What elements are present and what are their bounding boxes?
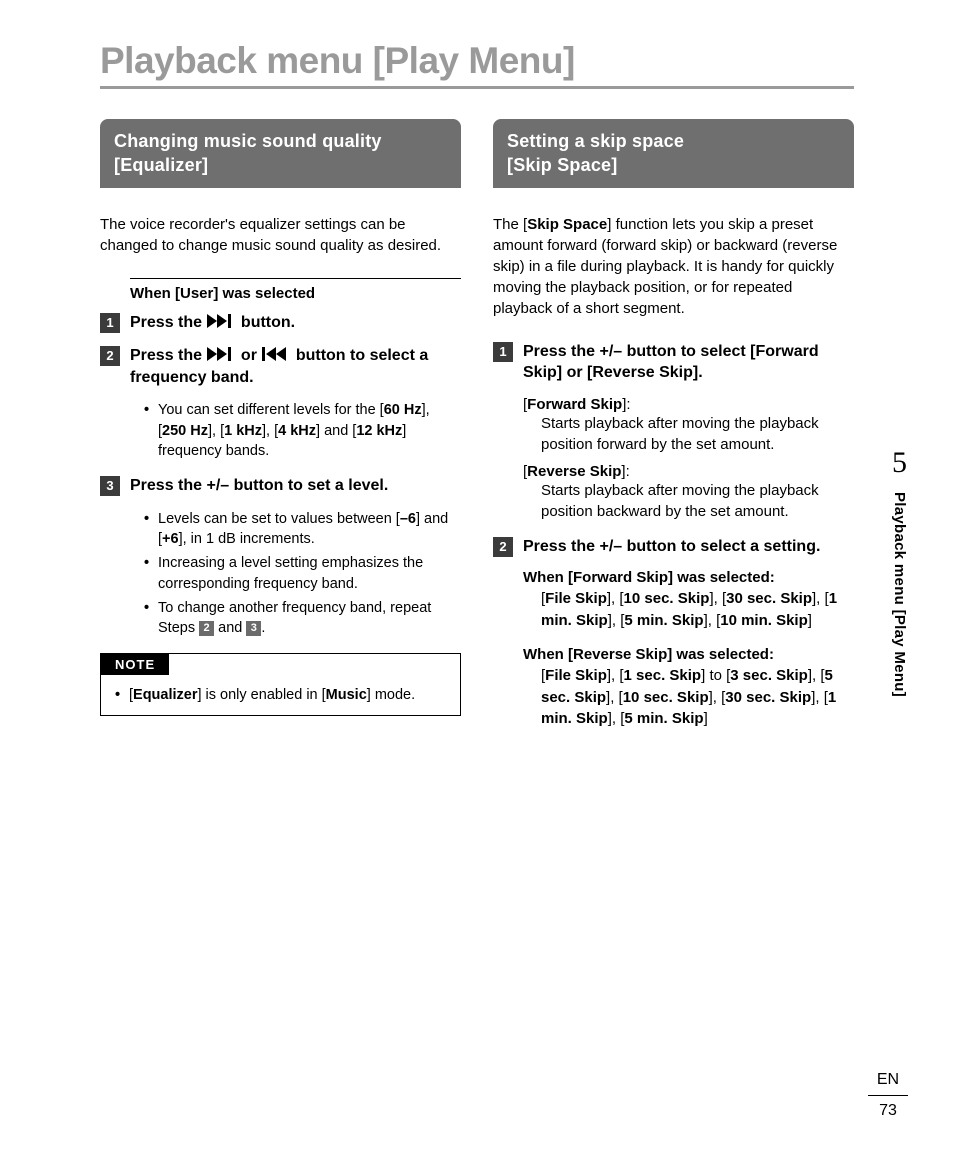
left-column: Changing music sound quality [Equalizer]… xyxy=(100,119,461,744)
options-head: When [Reverse Skip] was selected: xyxy=(523,646,854,663)
forward-skip-options: When [Forward Skip] was selected: [File … xyxy=(523,569,854,632)
step-number-badge: 3 xyxy=(100,476,120,496)
options-list: [File Skip], [10 sec. Skip], [30 sec. Sk… xyxy=(541,588,854,632)
step-body: Press the +/– button to set a level. xyxy=(130,475,461,497)
step-body: Press the button. xyxy=(130,312,461,334)
step-1: 1 Press the +/– button to select [Forwar… xyxy=(493,341,854,384)
note-label: NOTE xyxy=(101,654,169,675)
page-number: 73 xyxy=(868,1095,908,1120)
step-number-badge: 2 xyxy=(100,346,120,366)
section-header-line: Setting a skip space xyxy=(507,131,684,151)
section-header-line: Changing music sound quality xyxy=(114,131,382,151)
section-header-skip-space: Setting a skip space [Skip Space] xyxy=(493,119,854,188)
def-body: Starts playback after moving the playbac… xyxy=(541,413,854,455)
step-2: 2 Press the +/– button to select a setti… xyxy=(493,536,854,558)
def-term-forward: [Forward Skip]: xyxy=(523,396,854,413)
def-body: Starts playback after moving the playbac… xyxy=(541,480,854,522)
when-user-heading: When [User] was selected xyxy=(130,278,461,302)
definitions: [Forward Skip]: Starts playback after mo… xyxy=(523,396,854,522)
step-ref-badge: 3 xyxy=(246,621,261,636)
list-item: Increasing a level setting emphasizes th… xyxy=(144,553,461,594)
reverse-skip-options: When [Reverse Skip] was selected: [File … xyxy=(523,646,854,730)
step-2: 2 Press the or button to select a freque… xyxy=(100,345,461,388)
step-2-bullets: You can set different levels for the [60… xyxy=(144,400,461,461)
side-label: Playback menu [Play Menu] xyxy=(891,492,908,697)
step-number-badge: 1 xyxy=(100,313,120,333)
step-ref-badge: 2 xyxy=(199,621,214,636)
list-item: Levels can be set to values between [–6]… xyxy=(144,509,461,550)
step-body: Press the +/– button to select a setting… xyxy=(523,536,854,558)
page-footer: EN 73 xyxy=(868,1071,908,1120)
list-item: You can set different levels for the [60… xyxy=(144,400,461,461)
step-3-bullets: Levels can be set to values between [–6]… xyxy=(144,509,461,639)
section-header-line: [Equalizer] xyxy=(114,155,208,175)
options-head: When [Forward Skip] was selected: xyxy=(523,569,854,586)
rewind-icon xyxy=(261,346,291,362)
step-3: 3 Press the +/– button to set a level. xyxy=(100,475,461,497)
fast-forward-icon xyxy=(206,346,236,362)
section-header-equalizer: Changing music sound quality [Equalizer] xyxy=(100,119,461,188)
list-item: To change another frequency band, repeat… xyxy=(144,598,461,639)
content-columns: Changing music sound quality [Equalizer]… xyxy=(100,119,854,744)
step-body: Press the +/– button to select [Forward … xyxy=(523,341,854,384)
note-box: NOTE [Equalizer] is only enabled in [Mus… xyxy=(100,653,461,716)
language-code: EN xyxy=(868,1071,908,1089)
chapter-number: 5 xyxy=(891,446,908,480)
intro-text: The voice recorder's equalizer settings … xyxy=(100,214,461,256)
step-number-badge: 1 xyxy=(493,342,513,362)
right-column: Setting a skip space [Skip Space] The [S… xyxy=(493,119,854,744)
step-body: Press the or button to select a frequenc… xyxy=(130,345,461,388)
options-list: [File Skip], [1 sec. Skip] to [3 sec. Sk… xyxy=(541,665,854,730)
step-number-badge: 2 xyxy=(493,537,513,557)
list-item: [Equalizer] is only enabled in [Music] m… xyxy=(115,685,446,705)
intro-text: The [Skip Space] function lets you skip … xyxy=(493,214,854,319)
side-tab: 5 Playback menu [Play Menu] xyxy=(891,446,908,697)
step-1: 1 Press the button. xyxy=(100,312,461,334)
def-term-reverse: [Reverse Skip]: xyxy=(523,463,854,480)
page: Playback menu [Play Menu] Changing music… xyxy=(0,0,954,744)
fast-forward-icon xyxy=(206,313,236,329)
page-title: Playback menu [Play Menu] xyxy=(100,40,854,89)
section-header-line: [Skip Space] xyxy=(507,155,617,175)
